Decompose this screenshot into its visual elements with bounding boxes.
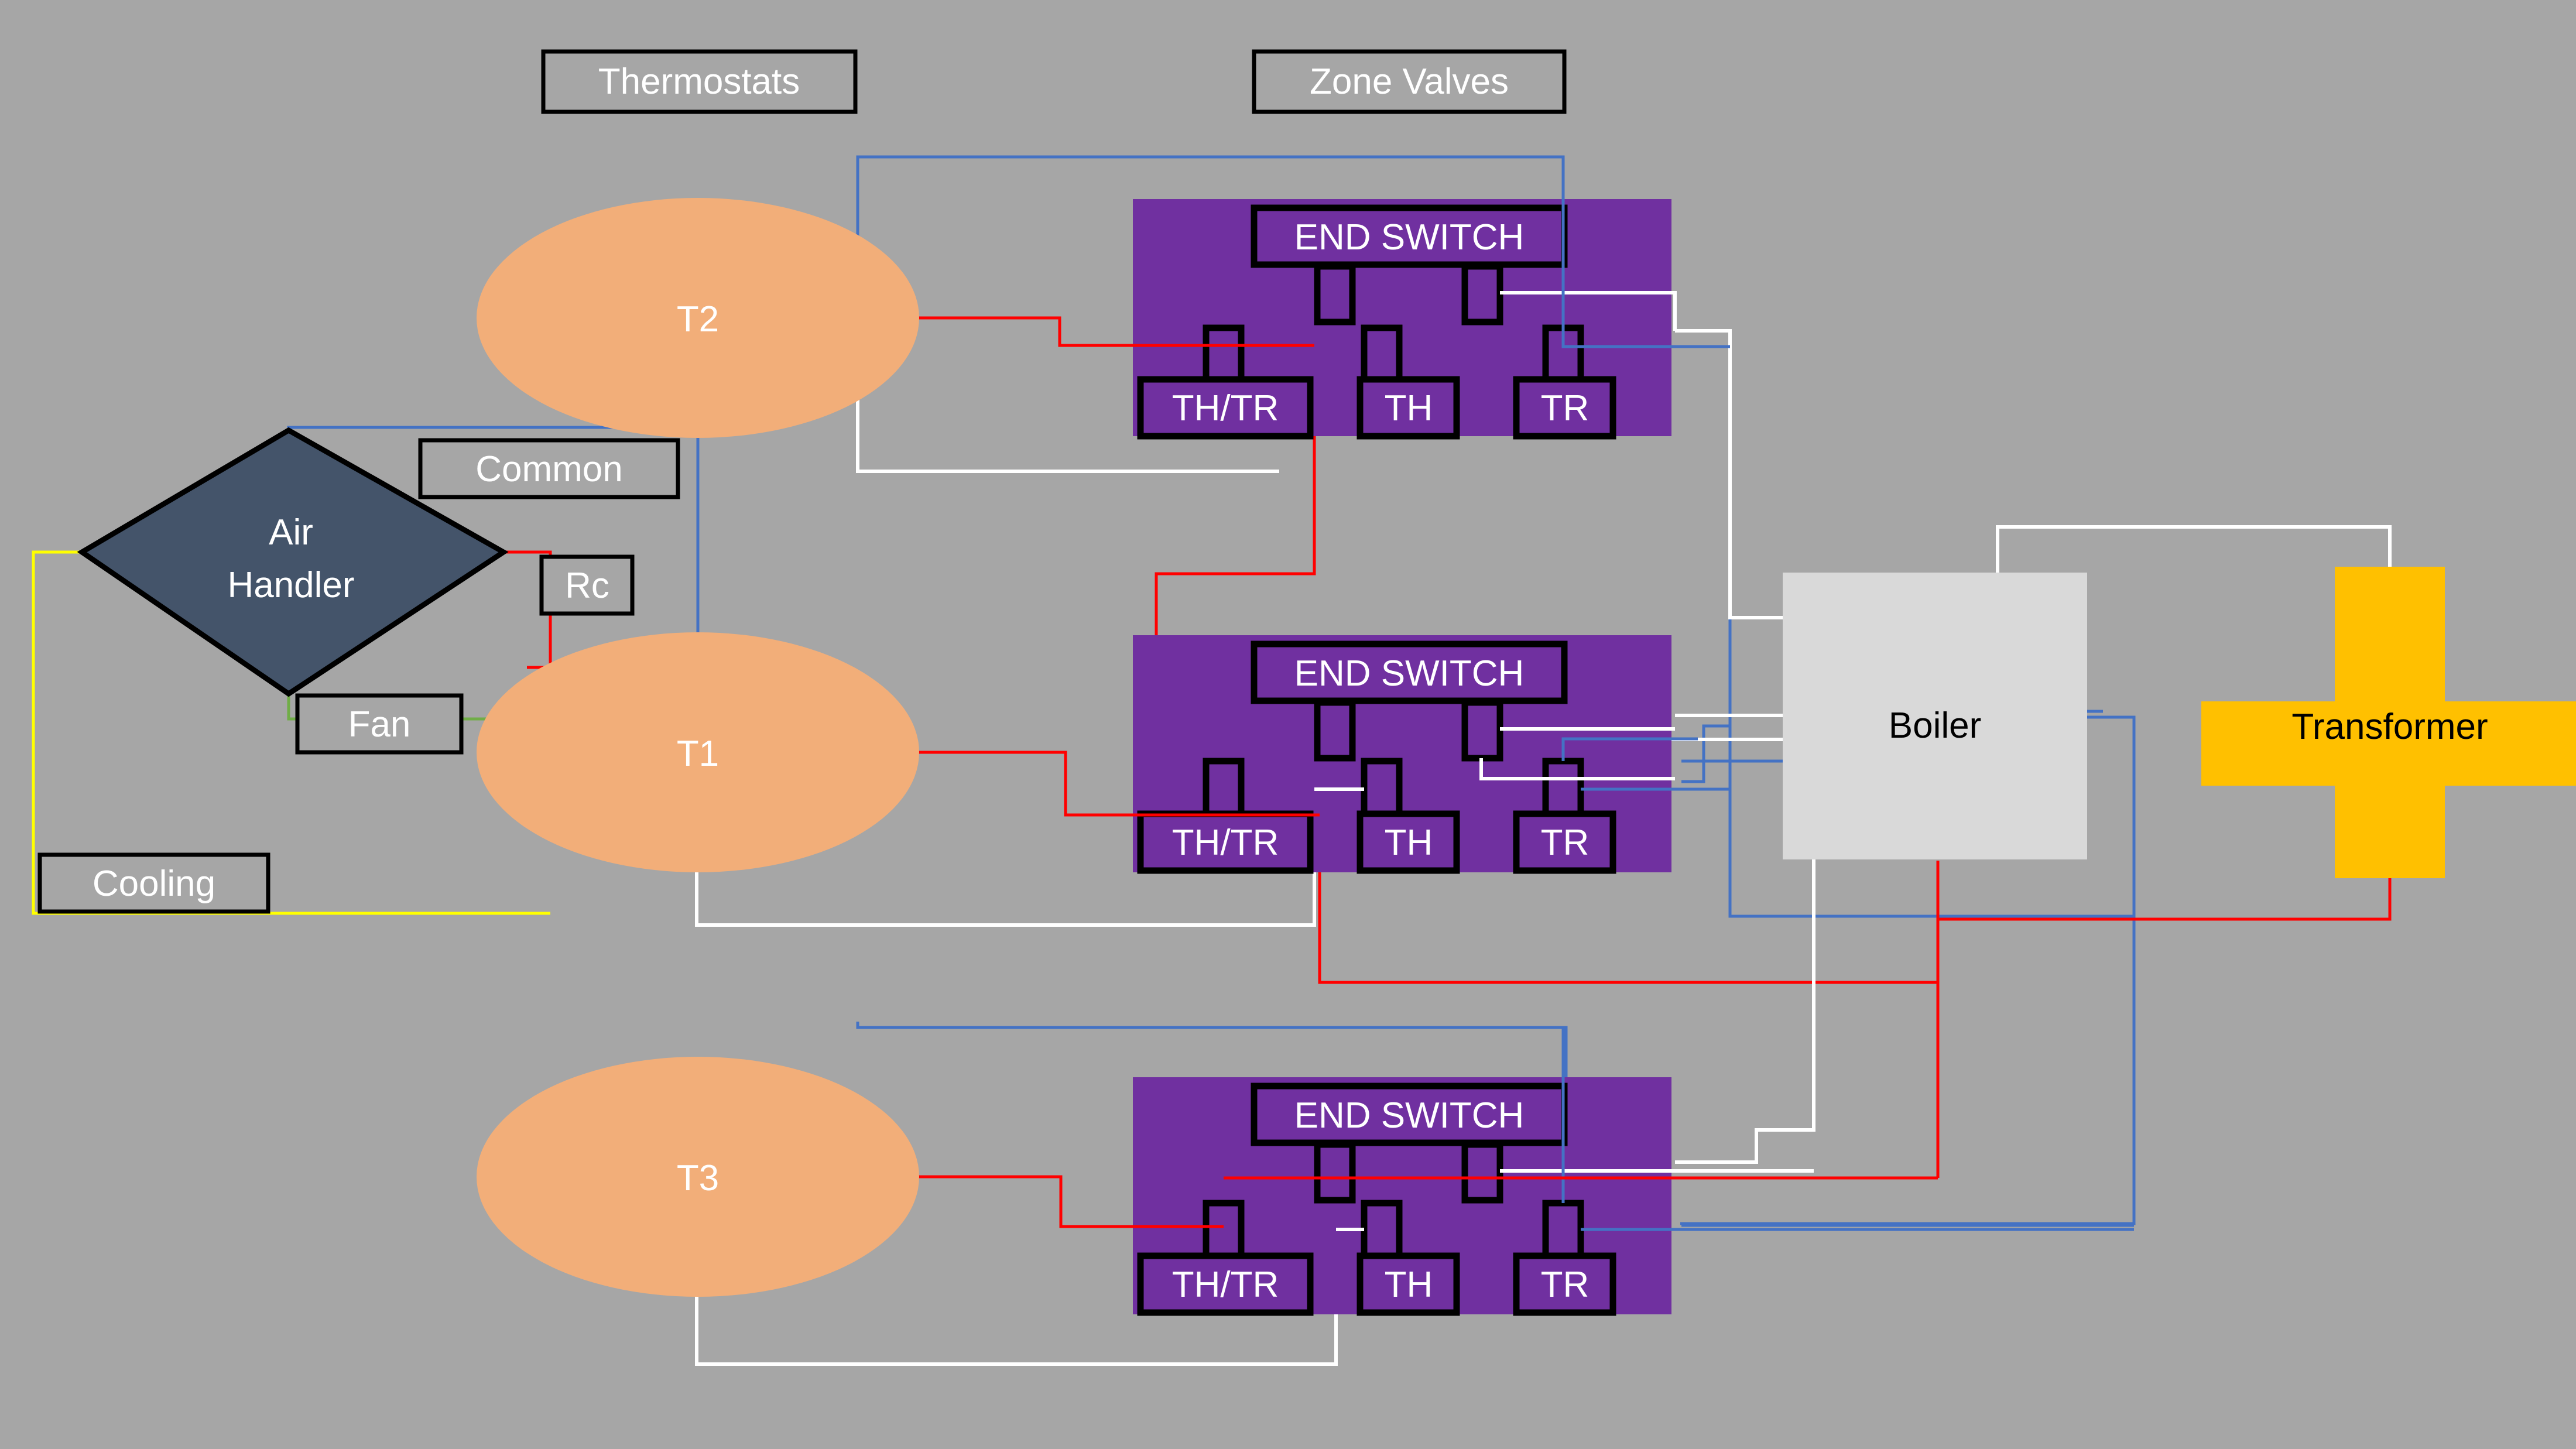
wire-zv-mid-tr-bus-2 xyxy=(1681,724,1730,783)
zone-valve-middle-terminal-tr-label: TR xyxy=(1541,823,1590,863)
zone-valve-top-terminal-th-label: TH xyxy=(1385,388,1433,429)
thermostat-t2-label: T2 xyxy=(677,299,719,340)
air-handler-label-line2: Handler xyxy=(227,565,354,605)
thermostats-label-text: Thermostats xyxy=(598,61,800,102)
thermostat-t2[interactable]: T2 xyxy=(477,198,919,438)
zone-valve-middle-end-switch-label: END SWITCH xyxy=(1294,653,1525,694)
terminal-cooling-label: Cooling xyxy=(93,864,215,904)
zone-valve-middle-pin-th[interactable] xyxy=(1361,758,1403,820)
zone-valve-top-pin-th[interactable] xyxy=(1361,324,1403,387)
thermostat-t1-label: T1 xyxy=(677,734,719,774)
thermostat-t3-label: T3 xyxy=(677,1158,719,1198)
terminal-rc-label: Rc xyxy=(565,566,609,606)
group-label-zone-valves: Zone Valves xyxy=(1252,49,1567,114)
diagram-canvas: Thermostats Zone Valves T2 T1 T3 Air Han… xyxy=(32,49,2576,1366)
wire-boiler-to-transformer xyxy=(1936,861,2392,1178)
boiler-label: Boiler xyxy=(1889,705,1982,746)
zone-valve-bottom-terminal-thtr-label: TH/TR xyxy=(1172,1265,1279,1305)
transformer-label: Transformer xyxy=(2291,707,2488,747)
zone-valve-bottom-es-pin-right[interactable] xyxy=(1461,1141,1503,1204)
boiler[interactable]: Boiler xyxy=(1783,573,2087,859)
zone-valve-top-es-pin-right[interactable] xyxy=(1461,263,1503,326)
zone-valve-bottom-terminal-tr-label: TR xyxy=(1541,1265,1590,1305)
zone-valve-middle-es-pin-left[interactable] xyxy=(1314,699,1356,762)
thermostat-t1[interactable]: T1 xyxy=(477,632,919,872)
terminal-fan[interactable]: Fan xyxy=(295,693,464,755)
zone-valve-bottom-pin-tr[interactable] xyxy=(1542,1200,1584,1262)
terminal-cooling[interactable]: Cooling xyxy=(37,852,270,914)
zone-valve-top-terminal-tr-label: TR xyxy=(1541,388,1590,429)
group-label-thermostats: Thermostats xyxy=(541,49,858,114)
wire-boiler-right-blue xyxy=(2081,715,2136,916)
zone-valve-middle-terminal-thtr-label: TH/TR xyxy=(1172,823,1279,863)
air-handler-label-line1: Air xyxy=(269,512,313,553)
zone-valve-middle-pin-tr[interactable] xyxy=(1542,758,1584,820)
zone-valve-bottom[interactable]: END SWITCH TH/TR TH TR xyxy=(1133,1077,1671,1316)
zone-valve-middle-terminal-th-label: TH xyxy=(1385,823,1433,863)
thermostat-t3[interactable]: T3 xyxy=(477,1057,919,1297)
zone-valve-middle-es-pin-right[interactable] xyxy=(1461,699,1503,762)
terminal-common-label: Common xyxy=(475,449,623,489)
terminal-rc[interactable]: Rc xyxy=(539,554,635,616)
terminal-common[interactable]: Common xyxy=(418,438,680,499)
zone-valve-middle[interactable]: END SWITCH TH/TR TH TR xyxy=(1133,635,1671,874)
zone-valve-top[interactable]: END SWITCH TH/TR TH TR xyxy=(1133,199,1671,440)
zone-valve-bottom-end-switch-label: END SWITCH xyxy=(1294,1095,1525,1136)
hvac-wiring-diagram: Thermostats Zone Valves T2 T1 T3 Air Han… xyxy=(0,0,2576,1449)
zone-valve-top-end-switch-label: END SWITCH xyxy=(1294,217,1525,258)
zone-valves-label-text: Zone Valves xyxy=(1310,61,1509,102)
transformer[interactable]: Transformer xyxy=(2201,567,2576,878)
zone-valve-bottom-pin-thtr[interactable] xyxy=(1203,1200,1245,1262)
zone-valve-top-terminal-thtr-label: TH/TR xyxy=(1172,388,1279,429)
zone-valve-bottom-terminal-th-label: TH xyxy=(1385,1265,1433,1305)
terminal-fan-label: Fan xyxy=(348,704,411,745)
zone-valve-top-pin-thtr[interactable] xyxy=(1203,324,1245,387)
zone-valve-bottom-pin-th[interactable] xyxy=(1361,1200,1403,1262)
zone-valve-top-es-pin-left[interactable] xyxy=(1314,263,1356,326)
zone-valve-middle-pin-thtr[interactable] xyxy=(1203,758,1245,820)
zone-valve-bottom-es-pin-left[interactable] xyxy=(1314,1141,1356,1204)
